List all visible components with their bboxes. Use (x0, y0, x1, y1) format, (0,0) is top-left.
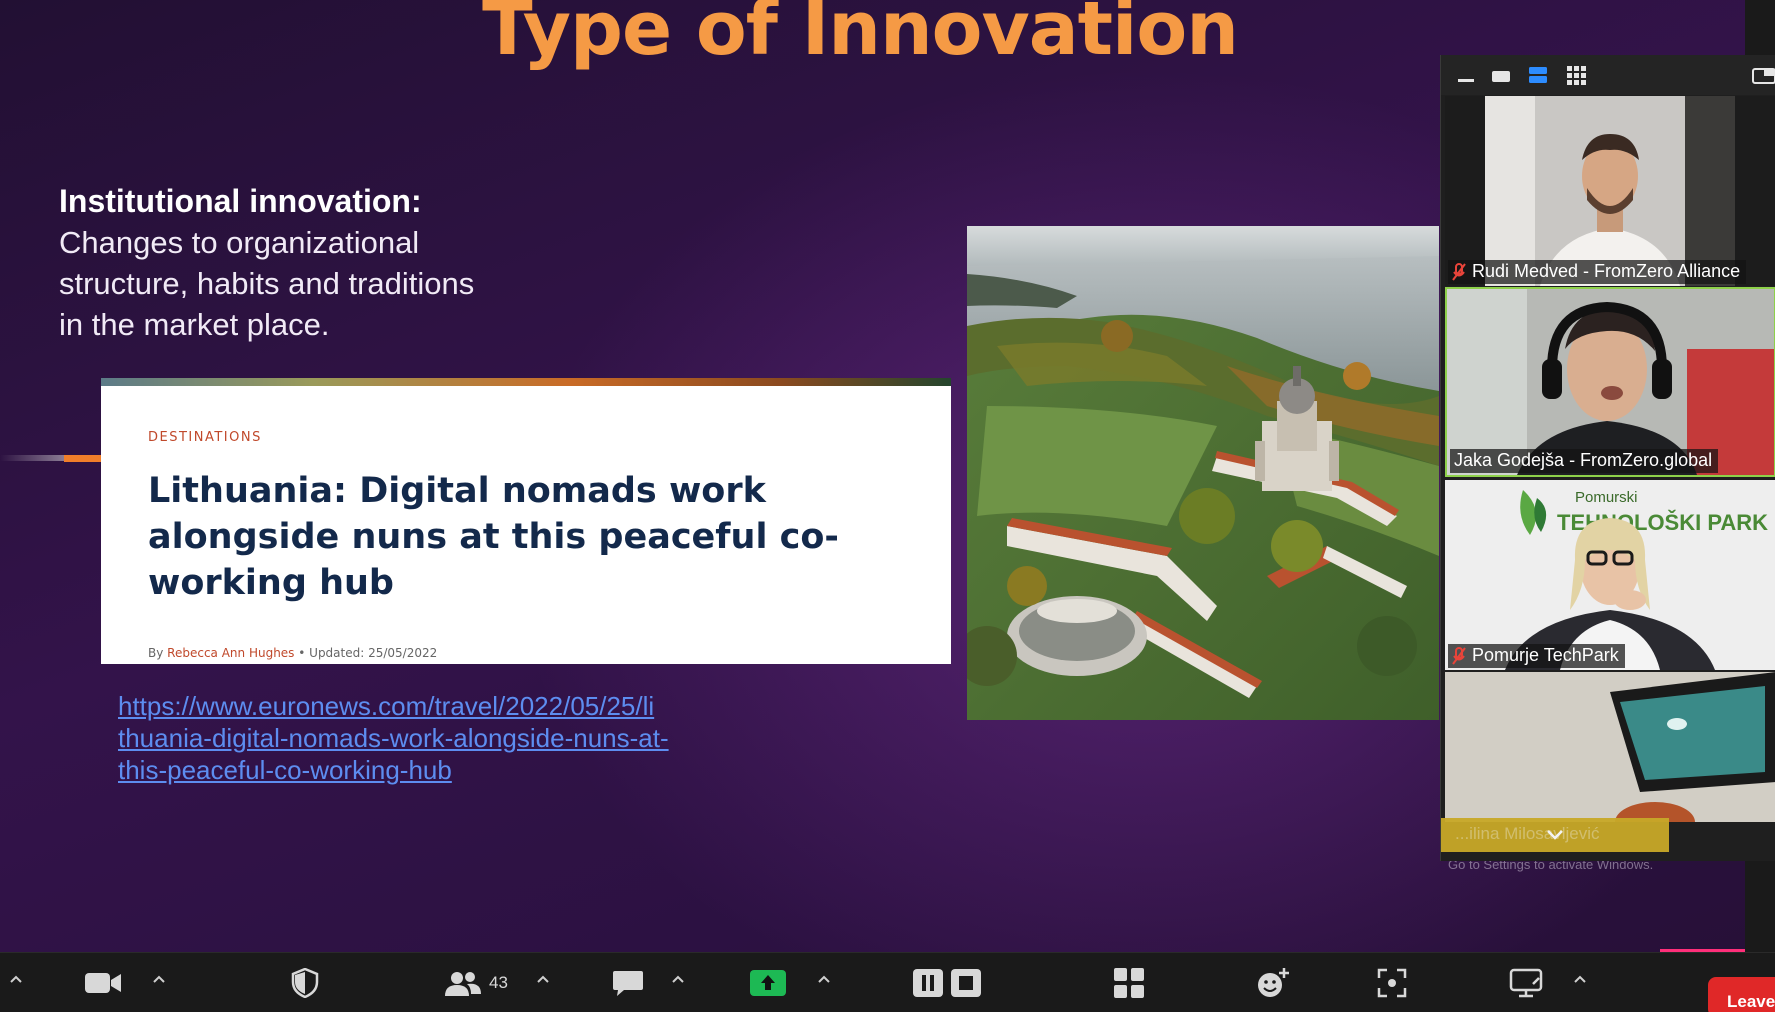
chat-bubble-icon (613, 971, 643, 996)
participant-name-label: Rudi Medved - FromZero Alliance (1448, 260, 1747, 284)
strip-view-icon[interactable] (1525, 63, 1551, 87)
muted-mic-icon (1452, 646, 1466, 665)
stop-icon (951, 969, 981, 997)
slide-body-line: Changes to organizational (59, 225, 420, 260)
monastery-aerial-photo (967, 226, 1439, 720)
slide-body-line: in the market place. (59, 307, 330, 342)
participant-name: Rudi Medved - FromZero Alliance (1472, 261, 1741, 281)
chat-options-chevron-icon[interactable] (670, 971, 686, 987)
focus-frame-icon (1377, 968, 1407, 998)
participant-panel: Rudi Medved - FromZero Alliance Jaka God… (1440, 55, 1775, 861)
panel-view-toolbar (1441, 55, 1775, 95)
participants-button[interactable]: 43 (443, 953, 508, 1012)
leave-meeting-button[interactable]: Leave (1708, 977, 1775, 1012)
article-author: Rebecca Ann Hughes (167, 646, 295, 660)
video-options-chevron-icon[interactable] (151, 971, 167, 987)
muted-mic-icon (1452, 262, 1466, 281)
share-screen-icon (750, 970, 786, 996)
participant-name: Pomurje TechPark (1472, 645, 1619, 665)
article-link[interactable]: this-peaceful-co-working-hub (118, 755, 452, 786)
pause-icon (913, 969, 943, 997)
background-brand-text: Pomurski (1575, 489, 1638, 506)
meeting-toolbar: 43 (0, 952, 1775, 1012)
slide-body-line: structure, habits and traditions (59, 266, 475, 301)
pause-share-button[interactable] (912, 953, 944, 1012)
popout-icon[interactable] (1749, 63, 1775, 87)
smiley-add-icon (1258, 968, 1289, 997)
participants-options-chevron-icon[interactable] (535, 971, 551, 987)
article-link[interactable]: thuania-digital-nomads-work-alongside-nu… (118, 723, 669, 754)
participant-name: Jaka Godejša - FromZero.global (1454, 450, 1713, 470)
audio-options-chevron-icon[interactable] (8, 971, 24, 987)
reactions-button[interactable] (1256, 953, 1290, 1012)
participant-tile-active-speaker[interactable]: Jaka Godejša - FromZero.global (1445, 287, 1775, 477)
security-button[interactable] (291, 953, 319, 1012)
article-link[interactable]: https://www.euronews.com/travel/2022/05/… (118, 691, 654, 722)
focus-mode-button[interactable] (1377, 953, 1407, 1012)
article-title-line: working hub (148, 563, 394, 603)
scroll-down-button[interactable]: ...ilina Milosavljević (1441, 818, 1669, 852)
apps-button[interactable] (1113, 953, 1145, 1012)
participants-icon (445, 972, 481, 996)
stop-share-button[interactable] (950, 953, 982, 1012)
share-screen-button[interactable] (750, 953, 786, 1012)
participant-tile[interactable]: Pomurski TEHNOLOŠKI PARK Pomurje TechPar… (1445, 480, 1775, 670)
article-title-line: Lithuania: Digital nomads work (148, 471, 766, 511)
gallery-grid-icon[interactable] (1563, 63, 1589, 87)
article-section: DESTINATIONS (148, 430, 262, 445)
article-byline: By Rebecca Ann Hughes • Updated: 25/05/2… (148, 646, 437, 660)
participant-name: ...ilina Milosavljević (1455, 824, 1600, 843)
article-screenshot: DESTINATIONS Lithuania: Digital nomads w… (101, 386, 951, 664)
participant-name-label: Jaka Godejša - FromZero.global (1450, 449, 1719, 473)
participant-name-label: Pomurje TechPark (1448, 644, 1625, 668)
video-button[interactable] (84, 953, 122, 1012)
whiteboard-button[interactable] (1509, 953, 1543, 1012)
participant-tile[interactable]: Rudi Medved - FromZero Alliance (1445, 96, 1775, 286)
video-camera-icon (85, 973, 121, 993)
article-updated: • Updated: 25/05/2022 (298, 646, 438, 660)
participant-tile[interactable] (1445, 672, 1775, 822)
apps-grid-icon (1114, 968, 1144, 998)
shield-icon (291, 968, 319, 998)
byline-prefix: By (148, 646, 164, 660)
share-options-chevron-icon[interactable] (816, 971, 832, 987)
article-title-line: alongside nuns at this peaceful co- (148, 517, 839, 557)
participants-count: 43 (489, 973, 508, 992)
slide-heading: Institutional innovation: (59, 183, 422, 219)
whiteboard-icon (1509, 968, 1543, 998)
minimize-icon[interactable] (1453, 63, 1479, 87)
single-view-icon[interactable] (1488, 63, 1514, 87)
chat-button[interactable] (612, 953, 644, 1012)
accent-bar (64, 455, 102, 462)
accent-line (0, 455, 64, 461)
more-options-chevron-icon[interactable] (1572, 971, 1588, 987)
